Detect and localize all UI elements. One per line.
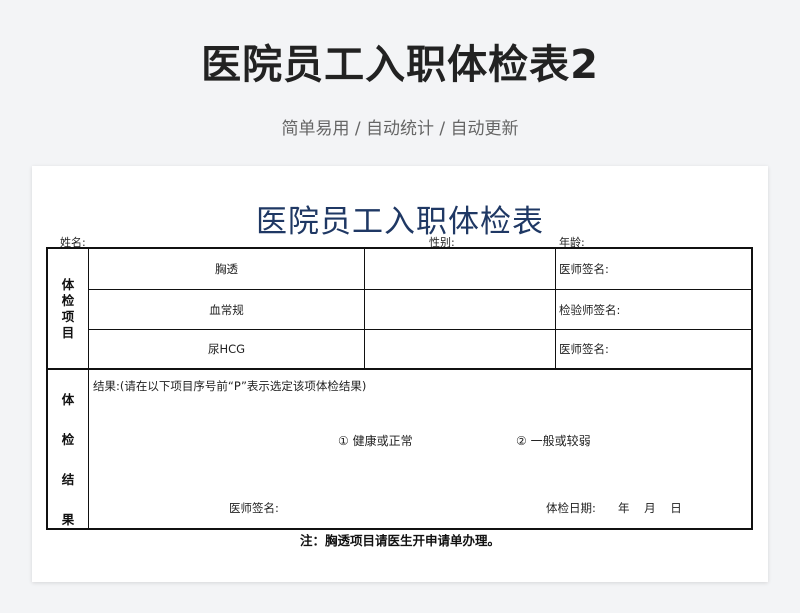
form-sheet: 医院员工入职体检表 姓名: 性别: 年龄: 体 检 项 目 胸透 医师签名: 血… bbox=[32, 166, 768, 582]
signer-label: 医师签名: bbox=[559, 262, 609, 276]
page-subtitle: 简单易用 / 自动统计 / 自动更新 bbox=[281, 119, 519, 139]
form-note: 注：胸透项目请医生开申请单办理。 bbox=[299, 533, 500, 548]
exam-table: 体 检 项 目 胸透 医师签名: 血常规 检验师签名: 尿HCG 医师签名: 体… bbox=[46, 247, 753, 530]
form-title: 医院员工入职体检表 bbox=[256, 204, 544, 240]
exam-result-label: 体 检 结 果 bbox=[48, 380, 88, 540]
exam-result-cell[interactable] bbox=[365, 330, 555, 368]
exam-label-char-2: 检 bbox=[61, 293, 75, 308]
exam-item-urine-hcg: 尿HCG bbox=[207, 342, 246, 356]
result-option-weak[interactable]: ② 一般或较弱 bbox=[516, 431, 591, 449]
result-option-healthy[interactable]: ① 健康或正常 bbox=[338, 431, 413, 449]
exam-item-chest-xray: 胸透 bbox=[215, 262, 238, 276]
exam-result-cell[interactable] bbox=[365, 249, 555, 289]
result-label-char-3: 结 bbox=[61, 472, 75, 487]
result-instruction: 结果:(请在以下项目序号前“P”表示选定该项体检结果) bbox=[93, 379, 367, 393]
signer-label: 检验师签名: bbox=[559, 302, 621, 317]
exam-item-blood-routine: 血常规 bbox=[209, 302, 244, 317]
exam-label-char-3: 项 bbox=[61, 309, 75, 324]
exam-date-units: 年 月 日 bbox=[618, 501, 682, 515]
page-title: 医院员工入职体检表2 bbox=[201, 42, 599, 88]
exam-date-label: 体检日期: bbox=[546, 501, 596, 515]
exam-result-cell[interactable] bbox=[365, 290, 555, 329]
signer-label: 医师签名: bbox=[559, 342, 609, 356]
doctor-sign-label: 医师签名: bbox=[229, 501, 279, 515]
result-label-char-1: 体 bbox=[61, 392, 75, 407]
exam-items-label: 体 检 项 目 bbox=[48, 277, 88, 341]
result-label-char-2: 检 bbox=[61, 432, 75, 447]
exam-label-char-4: 目 bbox=[61, 325, 75, 340]
exam-label-char-1: 体 bbox=[61, 277, 75, 292]
